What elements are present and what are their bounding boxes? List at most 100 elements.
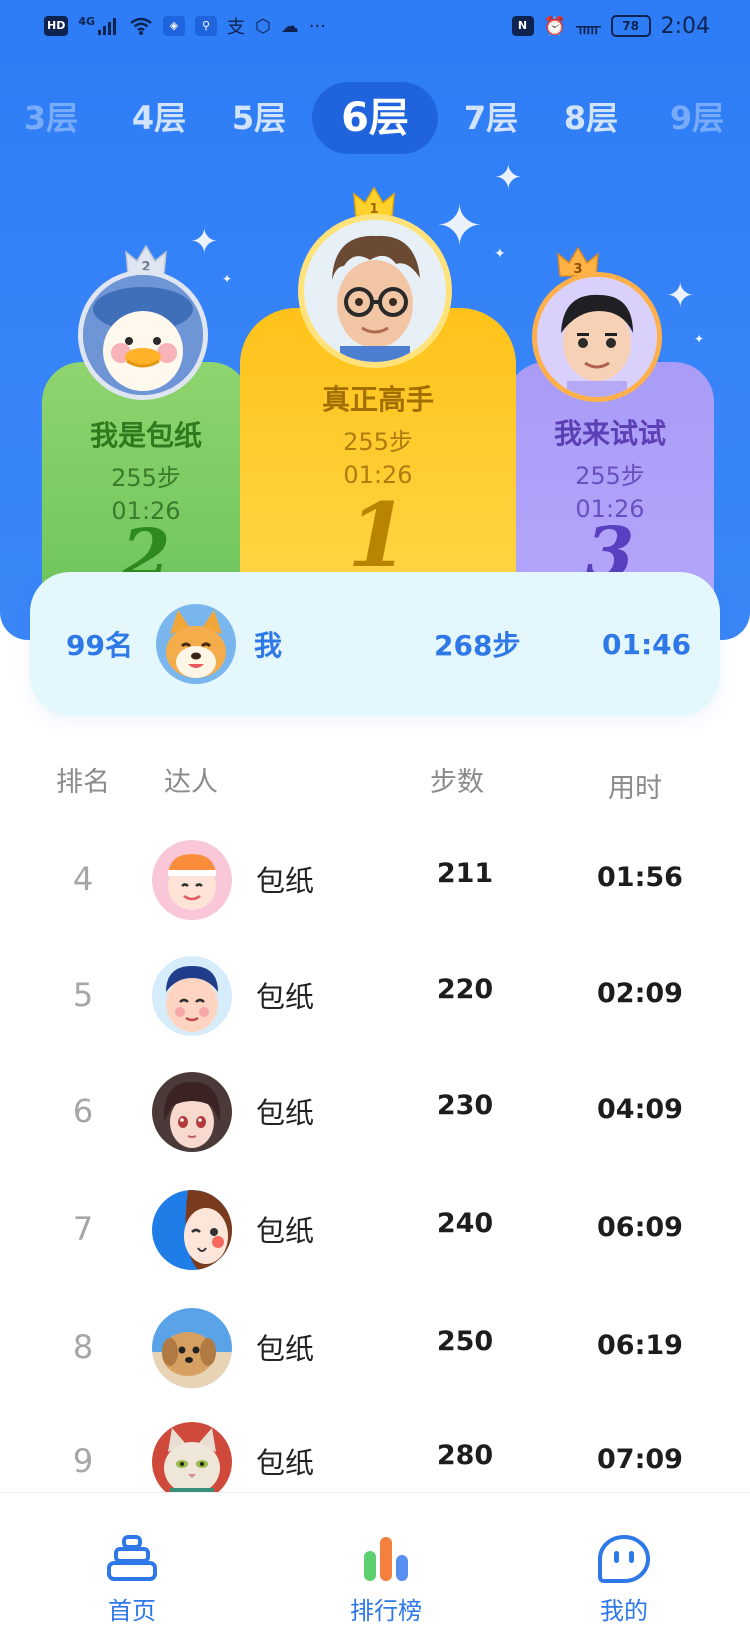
puppy-avatar[interactable] xyxy=(152,1308,232,1388)
table-row[interactable]: 5 包纸 220 02:09 xyxy=(0,938,750,1056)
home-tower-icon xyxy=(107,1535,157,1581)
tab-floor-9[interactable]: 9层 xyxy=(642,82,750,154)
cap-kid-avatar[interactable] xyxy=(152,840,232,920)
row-rank: 9 xyxy=(72,1442,94,1480)
network-label: 4G xyxy=(78,14,96,28)
sparkle-icon: ✦ xyxy=(494,158,523,198)
table-row[interactable]: 7 包纸 240 06:09 xyxy=(0,1172,750,1290)
cloud-icon: ☁ xyxy=(280,15,299,37)
sparkle-icon: ✦ xyxy=(694,332,705,346)
status-bar-right: N ⏰ ᚅ 78 2:04 xyxy=(511,13,710,39)
podium-first-steps: 255步 xyxy=(343,428,413,456)
my-rank: 99名 xyxy=(66,629,133,662)
row-steps: 280 xyxy=(436,1440,494,1471)
shield-icon: ⬡ xyxy=(255,15,271,37)
signal-icon xyxy=(98,18,117,35)
cartoon-boy-avatar[interactable] xyxy=(532,272,662,402)
row-steps: 211 xyxy=(436,858,494,889)
row-time: 06:19 xyxy=(597,1330,683,1361)
leaderboard-header: HD 4G ◈ ⚲ 支 ⬡ ☁ ··· N ⏰ ᚅ 78 2:04 3层 4层 … xyxy=(0,0,750,640)
search-app-icon: ⚲ xyxy=(195,16,218,36)
bulb-icon: ◈ xyxy=(163,16,186,36)
row-time: 06:09 xyxy=(597,1212,683,1243)
row-name: 包纸 xyxy=(256,980,315,1014)
row-rank: 7 xyxy=(72,1210,94,1248)
row-time: 01:56 xyxy=(597,862,683,893)
row-time: 07:09 xyxy=(597,1444,683,1475)
row-rank: 5 xyxy=(72,976,94,1014)
my-name: 我 xyxy=(254,629,283,662)
row-rank: 6 xyxy=(72,1092,94,1130)
podium-first-name: 真正高手 xyxy=(321,383,434,416)
status-time: 2:04 xyxy=(660,13,710,39)
header-rank: 排名 xyxy=(56,767,110,798)
bar-chart-icon xyxy=(364,1537,408,1581)
nav-profile-label: 我的 xyxy=(600,1597,648,1625)
podium-second-name: 我是包纸 xyxy=(89,419,202,452)
header-user: 达人 xyxy=(164,767,218,798)
podium-third-steps: 255步 xyxy=(575,462,645,490)
sparkle-icon: ✦ xyxy=(222,272,233,286)
row-steps: 240 xyxy=(436,1208,494,1239)
row-name: 包纸 xyxy=(256,864,315,898)
tab-floor-5[interactable]: 5层 xyxy=(204,82,314,154)
battery-icon: 78 xyxy=(610,15,651,37)
row-name: 包纸 xyxy=(256,1214,315,1248)
bluetooth-icon: ᚅ xyxy=(575,15,601,37)
tab-floor-6[interactable]: 6层 xyxy=(312,82,438,154)
row-steps: 220 xyxy=(436,974,494,1005)
row-name: 包纸 xyxy=(256,1332,315,1366)
floor-tabs: 3层 4层 5层 6层 7层 8层 9层 xyxy=(0,82,750,154)
profile-face-icon xyxy=(598,1534,651,1583)
table-row[interactable]: 6 包纸 230 04:09 xyxy=(0,1054,750,1172)
my-steps: 268步 xyxy=(434,629,521,662)
status-bar-left: HD 4G ◈ ⚲ 支 ⬡ ☁ ··· xyxy=(44,13,326,39)
nfc-icon: N xyxy=(511,16,534,36)
nav-leaderboard-label: 排行榜 xyxy=(350,1597,422,1625)
alarm-icon: ⏰ xyxy=(543,15,566,37)
alipay-icon: 支 xyxy=(227,17,246,38)
row-steps: 230 xyxy=(436,1090,494,1121)
podium-second-steps: 255步 xyxy=(111,464,181,492)
row-time: 02:09 xyxy=(597,978,683,1009)
nav-profile[interactable]: 我的 xyxy=(554,1534,694,1626)
header-time: 用时 xyxy=(608,773,662,804)
row-name: 包纸 xyxy=(256,1096,315,1130)
row-time: 04:09 xyxy=(597,1094,683,1125)
cat-avatar[interactable] xyxy=(152,1422,232,1502)
sparkle-icon: ✦ xyxy=(436,194,483,259)
tab-floor-7[interactable]: 7层 xyxy=(436,82,546,154)
row-name: 包纸 xyxy=(256,1446,315,1480)
hd-icon: HD xyxy=(44,16,69,36)
sparkle-icon: ✦ xyxy=(494,246,506,262)
table-header: 排名 达人 步数 用时 xyxy=(0,760,750,810)
man-avatar[interactable] xyxy=(152,956,232,1036)
cartoon-girl-avatar[interactable] xyxy=(152,1190,232,1270)
bottom-nav: 首页 排行榜 我的 xyxy=(0,1492,750,1630)
table-row[interactable]: 8 包纸 250 06:19 xyxy=(0,1290,750,1408)
more-icon: ··· xyxy=(308,15,326,37)
tab-floor-3[interactable]: 3层 xyxy=(0,82,106,154)
my-rank-card[interactable]: 99名 我 268步 01:46 xyxy=(30,572,720,716)
podium-third-name: 我来试试 xyxy=(553,417,666,450)
table-row[interactable]: 4 包纸 211 01:56 xyxy=(0,822,750,940)
sparkle-icon: ✦ xyxy=(666,276,695,316)
my-time: 01:46 xyxy=(602,627,692,661)
status-bar: HD 4G ◈ ⚲ 支 ⬡ ☁ ··· N ⏰ ᚅ 78 2:04 xyxy=(0,0,750,52)
sparkle-icon: ✦ xyxy=(190,222,219,262)
nav-leaderboard[interactable]: 排行榜 xyxy=(316,1535,456,1626)
nav-home[interactable]: 首页 xyxy=(62,1535,202,1626)
nav-home-label: 首页 xyxy=(108,1597,156,1625)
corgi-avatar[interactable] xyxy=(156,604,236,684)
anime-girl-avatar[interactable] xyxy=(152,1072,232,1152)
glasses-boy-avatar[interactable] xyxy=(298,214,452,368)
row-steps: 250 xyxy=(436,1326,494,1357)
wifi-icon xyxy=(130,17,152,35)
header-steps: 步数 xyxy=(430,767,484,798)
tab-floor-8[interactable]: 8层 xyxy=(536,82,646,154)
row-rank: 8 xyxy=(72,1328,94,1366)
battery-level: 78 xyxy=(622,19,639,33)
duck-avatar[interactable] xyxy=(78,270,208,400)
row-rank: 4 xyxy=(72,860,94,898)
tab-floor-4[interactable]: 4层 xyxy=(104,82,214,154)
